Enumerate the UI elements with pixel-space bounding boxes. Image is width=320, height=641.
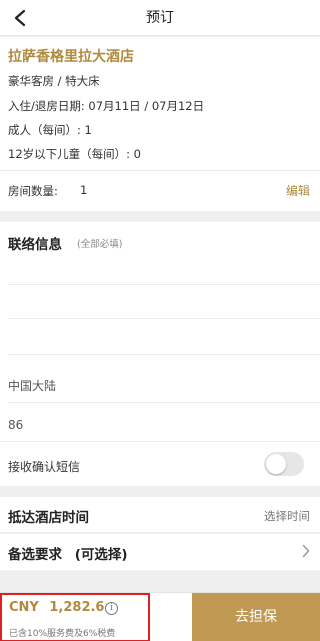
booking-summary-card: 拉萨香格里拉大酒店 豪华客房 / 特大床 入住/退房日期: 07月11日 / 0… <box>0 37 320 211</box>
email-field[interactable] <box>0 320 320 350</box>
phone-field[interactable] <box>60 410 320 440</box>
toggle-knob <box>266 454 286 474</box>
divider <box>0 441 320 442</box>
contact-info-card: 联络信息 (全部必填) 中国大陆 86 接收确认短信 <box>0 222 320 486</box>
total-price: CNY 1,282.6 <box>9 600 104 615</box>
children-count: 12岁以下儿童（每间）: 0 <box>8 147 141 161</box>
chevron-right-icon <box>302 544 310 558</box>
section-title: 联络信息 <box>8 237 62 253</box>
divider <box>8 354 320 355</box>
divider <box>8 284 320 285</box>
rooms-label: 房间数量: <box>8 184 58 198</box>
first-name-field[interactable] <box>0 286 320 316</box>
preferences-row[interactable]: 备选要求 (可选择) <box>0 534 320 570</box>
preferences-title: 备选要求 (可选择) <box>8 543 128 563</box>
info-icon[interactable]: i <box>105 602 118 615</box>
arrival-title: 抵达酒店时间 <box>8 510 89 526</box>
bottom-bar: CNY 1,282.6 i 已含10%服务费及6%税费 去担保 <box>0 592 320 641</box>
arrival-time-row[interactable]: 抵达酒店时间 选择时间 <box>0 497 320 533</box>
divider <box>8 402 320 403</box>
rooms-value: 1 <box>80 183 88 197</box>
edit-button[interactable]: 编辑 <box>286 182 310 199</box>
divider <box>0 170 320 171</box>
top-bar: 预订 <box>0 0 320 36</box>
fee-note: 已含10%服务费及6%税费 <box>9 629 116 639</box>
guarantee-button[interactable]: 去担保 <box>192 593 320 641</box>
page-title: 预订 <box>146 10 174 26</box>
room-type: 豪华客房 / 特大床 <box>8 74 100 88</box>
country-field[interactable]: 中国大陆 <box>8 377 56 394</box>
hotel-name: 拉萨香格里拉大酒店 <box>8 49 134 65</box>
adults-count: 成人（每间）: 1 <box>8 123 92 137</box>
select-time-button[interactable]: 选择时间 <box>264 508 310 524</box>
divider <box>8 318 320 319</box>
currency: CNY <box>9 600 39 615</box>
country-code-field[interactable]: 86 <box>8 418 23 432</box>
required-hint: (全部必填) <box>77 239 123 250</box>
sms-toggle[interactable] <box>264 452 304 476</box>
preferences-label: 备选要求 <box>8 547 62 563</box>
stay-dates: 入住/退房日期: 07月11日 / 07月12日 <box>8 99 205 113</box>
price-value: 1,282.6 <box>49 600 105 615</box>
price-summary: CNY 1,282.6 i 已含10%服务费及6%税费 <box>0 593 150 641</box>
optional-label: (可选择) <box>74 547 128 563</box>
sms-label: 接收确认短信 <box>8 460 81 474</box>
last-name-field[interactable] <box>0 252 320 282</box>
